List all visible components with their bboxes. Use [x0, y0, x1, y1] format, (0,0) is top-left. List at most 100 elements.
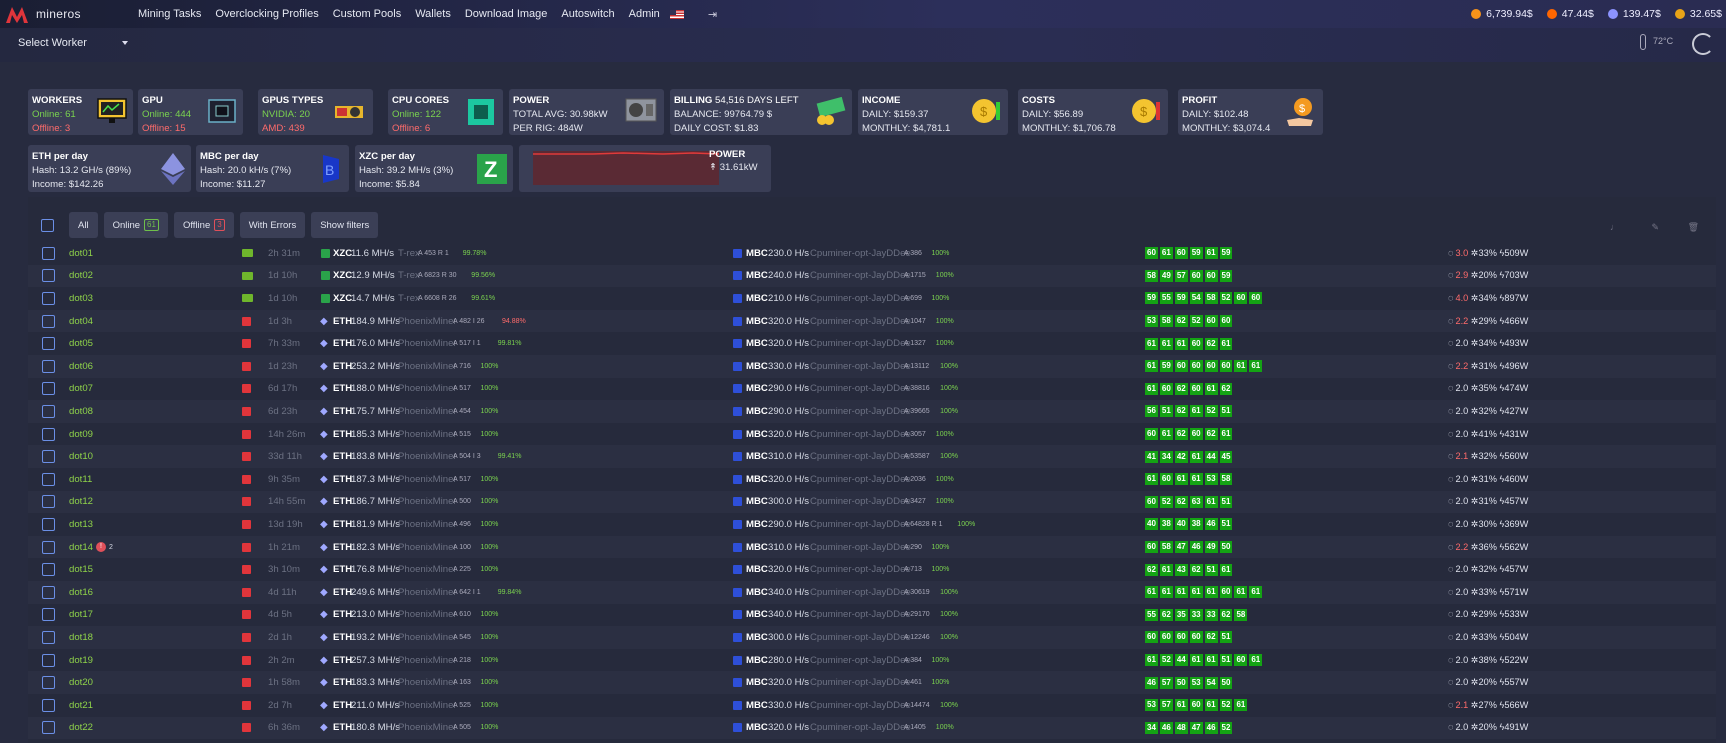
table-row[interactable]: dot03 1d 10h XZC 14.7 MH/s T-rex A 6608 R 26 9… — [28, 287, 1716, 310]
select-worker-dropdown[interactable]: Select Worker — [18, 37, 87, 49]
row-checkbox[interactable] — [42, 517, 55, 531]
worker-name[interactable]: dot12 — [69, 496, 93, 507]
refresh-icon[interactable] — [1692, 33, 1714, 55]
table-row[interactable]: dot11 9h 35m ◆ ETH 187.3 MH/s PhoenixMiner A 5… — [28, 468, 1716, 491]
row-checkbox[interactable] — [42, 359, 55, 373]
worker-name[interactable]: dot17 — [69, 609, 93, 620]
worker-name[interactable]: dot19 — [69, 655, 93, 666]
delete-icon[interactable]: 🗑 — [1688, 222, 1699, 232]
worker-name[interactable]: dot01 — [69, 248, 93, 259]
worker-name[interactable]: dot16 — [69, 587, 93, 598]
table-row[interactable]: dot21 2d 7h ◆ ETH 211.0 MH/s PhoenixMiner A 52… — [28, 694, 1716, 717]
logout-icon[interactable]: ⇥ — [708, 8, 717, 21]
row-checkbox[interactable] — [42, 540, 55, 554]
row-checkbox[interactable] — [42, 472, 55, 486]
table-row[interactable]: dot13 13d 19h ◆ ETH 181.9 MH/s PhoenixMiner A … — [28, 513, 1716, 536]
worker-name[interactable]: dot03 — [69, 293, 93, 304]
worker-name[interactable]: dot09 — [69, 429, 93, 440]
nav-item-admin[interactable]: Admin — [629, 8, 660, 20]
spinner-icon: ◌ — [1448, 609, 1454, 620]
us-flag-icon[interactable] — [669, 9, 684, 19]
edit-icon[interactable]: ✎ — [1652, 222, 1660, 232]
row-checkbox[interactable] — [42, 630, 55, 644]
worker-name[interactable]: dot07 — [69, 383, 93, 394]
row-checkbox[interactable] — [42, 608, 55, 622]
table-row[interactable]: dot04 1d 3h ◆ ETH 184.9 MH/s PhoenixMiner A 48… — [28, 309, 1716, 333]
table-row[interactable]: dot07 6d 17h ◆ ETH 188.0 MH/s PhoenixMiner A 5… — [28, 378, 1716, 401]
worker-name[interactable]: dot21 — [69, 700, 93, 711]
worker-name[interactable]: dot13 — [69, 519, 93, 530]
table-row[interactable]: dot06 1d 23h ◆ ETH 253.2 MH/s PhoenixMiner A 7… — [28, 355, 1716, 378]
worker-name[interactable]: dot10 — [69, 451, 93, 462]
filter-online-button[interactable]: Online 61 — [103, 212, 168, 238]
worker-name[interactable]: dot22 — [69, 722, 93, 733]
worker-name[interactable]: dot18 — [69, 632, 93, 643]
select-all-checkbox[interactable] — [41, 218, 54, 232]
worker-name[interactable]: dot08 — [69, 406, 93, 417]
temp-badge: 53 — [1204, 473, 1218, 486]
row-checkbox[interactable] — [42, 585, 55, 599]
temp-badge: 38 — [1159, 518, 1173, 531]
power-draw: 571W — [1504, 586, 1529, 597]
row-checkbox[interactable] — [42, 314, 55, 328]
row-checkbox[interactable] — [42, 269, 55, 283]
temp-badge: 61 — [1234, 699, 1248, 712]
temp-badge: 62 — [1159, 608, 1173, 621]
table-row[interactable]: dot12 14h 55m ◆ ETH 186.7 MH/s PhoenixMiner A … — [28, 490, 1716, 514]
table-row[interactable]: dot17 4d 5h ◆ ETH 213.0 MH/s PhoenixMiner A 61… — [28, 604, 1716, 627]
row-checkbox[interactable] — [42, 450, 55, 464]
row-checkbox[interactable] — [42, 563, 55, 577]
row-checkbox[interactable] — [42, 427, 55, 441]
table-row[interactable]: dot08 6d 23h ◆ ETH 175.7 MH/s PhoenixMiner A 4… — [28, 400, 1716, 423]
row-checkbox[interactable] — [42, 337, 55, 351]
failure-rate: 2.1 — [1455, 451, 1469, 462]
hashrate: 182.3 MH/s — [351, 541, 401, 553]
show-filters-button[interactable]: Show filters — [311, 212, 379, 238]
sort-icon[interactable]: ♩ — [1610, 222, 1619, 232]
table-row[interactable]: dot14! 2 1h 21m ◆ ETH 182.3 MH/s PhoenixMiner A… — [28, 535, 1716, 559]
filter-offline-button[interactable]: Offline 3 — [173, 212, 234, 238]
chevron-down-icon[interactable] — [122, 41, 128, 45]
worker-name[interactable]: dot15 — [69, 564, 93, 575]
table-row[interactable]: dot16 4d 11h ◆ ETH 249.6 MH/s PhoenixMiner A 6… — [28, 581, 1716, 604]
worker-name[interactable]: dot02 — [69, 270, 93, 281]
table-row[interactable]: dot01 2h 31m XZC 11.6 MH/s T-rex A 453 R 1 99.… — [28, 242, 1716, 265]
row-checkbox[interactable] — [42, 653, 55, 667]
worker-name[interactable]: dot20 — [69, 677, 93, 688]
nav-item-autoswitch[interactable]: Autoswitch — [561, 8, 614, 20]
table-row[interactable]: dot02 1d 10h XZC 12.9 MH/s T-rex A 6823 R 30 9… — [28, 264, 1716, 288]
worker-name[interactable]: dot14 — [69, 542, 93, 553]
row-checkbox[interactable] — [42, 698, 55, 712]
filter-errors-button[interactable]: With Errors — [239, 212, 306, 238]
row-checkbox[interactable] — [42, 721, 55, 735]
nav-item-mining-tasks[interactable]: Mining Tasks — [138, 8, 201, 20]
row-checkbox[interactable] — [42, 676, 55, 690]
row-checkbox[interactable] — [42, 382, 55, 396]
temp-badge: 61 — [1145, 360, 1158, 373]
logo[interactable]: mineros — [6, 5, 126, 23]
row-checkbox[interactable] — [42, 495, 55, 509]
table-row[interactable]: dot22 6h 36m ◆ ETH 180.8 MH/s PhoenixMiner A 5… — [28, 716, 1716, 740]
worker-name[interactable]: dot11 — [69, 474, 92, 485]
row-checkbox[interactable] — [42, 404, 55, 418]
table-row[interactable]: dot05 7h 33m ◆ ETH 176.0 MH/s PhoenixMiner A 5… — [28, 332, 1716, 355]
nav-item-custom-pools[interactable]: Custom Pools — [333, 8, 401, 20]
nav-item-wallets[interactable]: Wallets — [415, 8, 451, 20]
nav-item-download-image[interactable]: Download Image — [465, 8, 548, 20]
temp-badge: 61 — [1159, 428, 1173, 441]
filter-all-button[interactable]: All — [69, 212, 98, 238]
table-row[interactable]: dot18 2d 1h ◆ ETH 193.2 MH/s PhoenixMiner A 54… — [28, 626, 1716, 649]
table-row[interactable]: dot09 14h 26m ◆ ETH 185.3 MH/s PhoenixMiner A … — [28, 423, 1716, 446]
row-checkbox[interactable] — [42, 291, 55, 305]
nav-item-overclocking-profiles[interactable]: Overclocking Profiles — [215, 8, 318, 20]
table-row[interactable]: dot10 33d 11h ◆ ETH 183.8 MH/s PhoenixMiner A … — [28, 445, 1716, 468]
worker-name[interactable]: dot04 — [69, 316, 93, 327]
table-row[interactable]: dot19 2h 2m ◆ ETH 257.3 MH/s PhoenixMiner A 21… — [28, 649, 1716, 672]
worker-name[interactable]: dot05 — [69, 338, 93, 349]
worker-name[interactable]: dot06 — [69, 361, 93, 372]
table-row[interactable]: dot15 3h 10m ◆ ETH 176.8 MH/s PhoenixMiner A 2… — [28, 558, 1716, 581]
row-checkbox[interactable] — [42, 246, 55, 260]
table-row[interactable]: dot20 1h 58m ◆ ETH 183.3 MH/s PhoenixMiner A 1… — [28, 671, 1716, 694]
miner-name: Cpuminer-opt-JayDDee — [810, 383, 911, 395]
share-percent: 100% — [940, 407, 958, 415]
